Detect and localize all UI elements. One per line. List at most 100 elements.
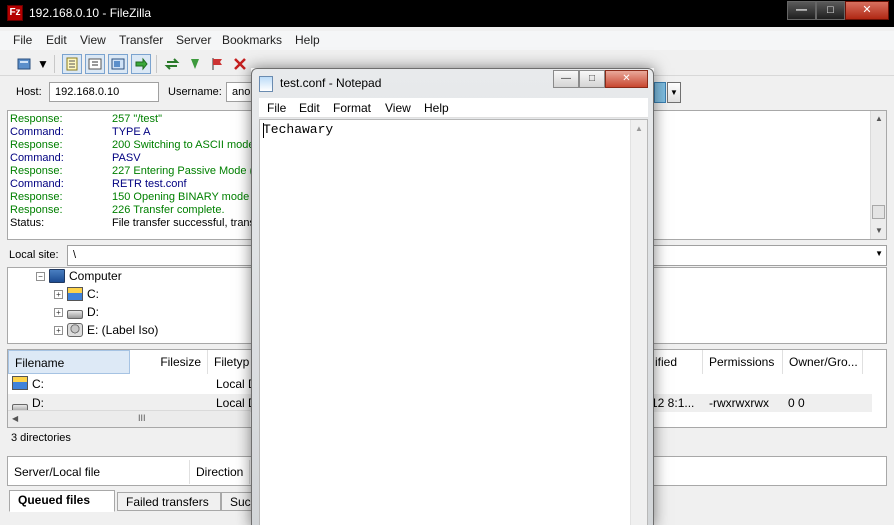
window-title: 192.168.0.10 - FileZilla bbox=[29, 6, 152, 20]
log-scrollbar[interactable]: ▲ ▼ bbox=[870, 111, 886, 239]
filezilla-app-icon: Fz bbox=[7, 5, 23, 21]
expand-icon[interactable]: + bbox=[54, 289, 63, 299]
minimize-button[interactable]: — bbox=[787, 1, 816, 20]
flag-icon[interactable] bbox=[207, 54, 227, 74]
close-button[interactable]: ✕ bbox=[845, 1, 889, 20]
tree-node-computer[interactable]: − Computer bbox=[36, 269, 122, 283]
log-entry-type: Status: bbox=[10, 217, 45, 229]
tree-node-label: E: (Label Iso) bbox=[87, 323, 159, 337]
notepad-window: test.conf - Notepad — □ ✕ File Edit Form… bbox=[251, 68, 654, 525]
cancel-icon[interactable] bbox=[230, 54, 250, 74]
tree-node-drive-e[interactable]: + E: (Label Iso) bbox=[54, 323, 158, 337]
column-filesize[interactable]: Filesize bbox=[130, 350, 208, 374]
menu-edit[interactable]: Edit bbox=[46, 33, 67, 47]
log-entry-message: PASV bbox=[112, 152, 141, 164]
notepad-scrollbar[interactable]: ▲ bbox=[630, 120, 647, 525]
maximize-button[interactable]: □ bbox=[816, 1, 845, 20]
optical-drive-icon bbox=[67, 323, 83, 337]
notepad-menu-edit[interactable]: Edit bbox=[299, 101, 320, 115]
username-label: Username: bbox=[168, 86, 222, 98]
process-queue-icon[interactable] bbox=[185, 54, 205, 74]
column-permissions[interactable]: Permissions bbox=[703, 350, 783, 374]
expand-icon[interactable]: + bbox=[54, 307, 63, 317]
host-label: Host: bbox=[16, 86, 42, 98]
toggle-log-icon[interactable] bbox=[62, 54, 82, 74]
toggle-remote-tree-icon[interactable] bbox=[108, 54, 128, 74]
filezilla-titlebar[interactable]: Fz 192.168.0.10 - FileZilla — □ ✕ bbox=[0, 0, 894, 27]
scrollbar-grip[interactable]: III bbox=[138, 413, 146, 423]
tab-queued-files[interactable]: Queued files bbox=[9, 490, 115, 512]
column-filetype[interactable]: Filetyp bbox=[208, 350, 252, 374]
tree-node-drive-d[interactable]: + D: bbox=[54, 305, 99, 319]
tree-node-label: Computer bbox=[69, 269, 122, 283]
tree-node-label: C: bbox=[87, 287, 99, 301]
menu-server[interactable]: Server bbox=[176, 33, 211, 47]
remote-permissions: -rwxrwxrwx bbox=[709, 396, 769, 410]
log-entry-message: 227 Entering Passive Mode (1 bbox=[112, 165, 260, 177]
refresh-icon[interactable] bbox=[162, 54, 182, 74]
file-name: C: bbox=[32, 377, 44, 391]
toggle-tree-icon[interactable] bbox=[85, 54, 105, 74]
log-entry-type: Command: bbox=[10, 126, 64, 138]
local-site-path: \ bbox=[73, 249, 77, 261]
toggle-queue-icon[interactable] bbox=[131, 54, 151, 74]
log-entry-type: Response: bbox=[10, 204, 63, 216]
column-direction[interactable]: Direction bbox=[190, 460, 250, 484]
notepad-menu-view[interactable]: View bbox=[385, 101, 411, 115]
column-last-modified[interactable]: ified bbox=[649, 350, 703, 374]
scroll-left-icon[interactable]: ◀ bbox=[12, 414, 18, 423]
remote-modified: 12 8:1... bbox=[651, 396, 695, 410]
notepad-close-button[interactable]: ✕ bbox=[605, 70, 648, 88]
log-entry-message: TYPE A bbox=[112, 126, 151, 138]
drive-icon bbox=[67, 309, 83, 319]
log-entry-message: 257 "/test" bbox=[112, 113, 163, 125]
tree-node-drive-c[interactable]: + C: bbox=[54, 287, 99, 301]
notepad-menubar: File Edit Format View Help bbox=[259, 98, 648, 118]
computer-icon bbox=[49, 269, 65, 283]
log-entry-type: Command: bbox=[10, 178, 64, 190]
collapse-icon[interactable]: − bbox=[36, 271, 45, 281]
scroll-up-icon[interactable]: ▲ bbox=[871, 111, 887, 127]
notepad-menu-format[interactable]: Format bbox=[333, 101, 371, 115]
scroll-up-icon[interactable]: ▲ bbox=[631, 120, 647, 137]
column-server-local-file[interactable]: Server/Local file bbox=[8, 460, 190, 484]
menu-view[interactable]: View bbox=[80, 33, 106, 47]
tab-failed-transfers[interactable]: Failed transfers bbox=[117, 492, 221, 511]
local-site-label: Local site: bbox=[9, 249, 59, 261]
menu-bookmarks[interactable]: Bookmarks bbox=[222, 33, 282, 47]
notepad-minimize-button[interactable]: — bbox=[553, 70, 579, 88]
file-name: D: bbox=[32, 396, 44, 410]
remote-owner: 0 0 bbox=[788, 396, 805, 410]
log-entry-type: Response: bbox=[10, 139, 63, 151]
text-caret bbox=[263, 123, 264, 138]
log-entry-type: Response: bbox=[10, 191, 63, 203]
chevron-down-icon[interactable]: ▼ bbox=[875, 249, 883, 258]
menubar: File Edit View Transfer Server Bookmarks… bbox=[0, 31, 894, 50]
notepad-titlebar[interactable]: test.conf - Notepad — □ ✕ bbox=[252, 69, 653, 97]
notepad-icon bbox=[259, 76, 273, 92]
log-entry-message: File transfer successful, trans bbox=[112, 217, 256, 229]
site-manager-dropdown-icon[interactable]: ▼ bbox=[36, 54, 50, 74]
expand-icon[interactable]: + bbox=[54, 325, 63, 335]
notepad-maximize-button[interactable]: □ bbox=[579, 70, 605, 88]
site-manager-icon[interactable] bbox=[14, 54, 34, 74]
scroll-thumb[interactable] bbox=[872, 205, 885, 219]
menu-file[interactable]: File bbox=[13, 33, 32, 47]
quickconnect-dropdown-icon[interactable]: ▼ bbox=[667, 82, 681, 103]
column-filename[interactable]: Filename bbox=[8, 350, 130, 374]
notepad-text-area[interactable]: Techawary ▲ bbox=[259, 119, 648, 525]
quickconnect-button[interactable] bbox=[654, 82, 666, 103]
menu-help[interactable]: Help bbox=[295, 33, 320, 47]
menu-transfer[interactable]: Transfer bbox=[119, 33, 163, 47]
log-entry-type: Response: bbox=[10, 113, 63, 125]
system-drive-icon bbox=[67, 287, 83, 301]
log-entry-message: 200 Switching to ASCII mode bbox=[112, 139, 255, 151]
column-owner-group[interactable]: Owner/Gro... bbox=[783, 350, 863, 374]
host-input[interactable]: 192.168.0.10 bbox=[49, 82, 159, 102]
notepad-menu-file[interactable]: File bbox=[267, 101, 286, 115]
log-entry-type: Response: bbox=[10, 165, 63, 177]
scroll-down-icon[interactable]: ▼ bbox=[871, 223, 887, 239]
notepad-menu-help[interactable]: Help bbox=[424, 101, 449, 115]
file-list-hscrollbar[interactable]: ◀ III bbox=[8, 410, 250, 427]
log-entry-message: 226 Transfer complete. bbox=[112, 204, 225, 216]
